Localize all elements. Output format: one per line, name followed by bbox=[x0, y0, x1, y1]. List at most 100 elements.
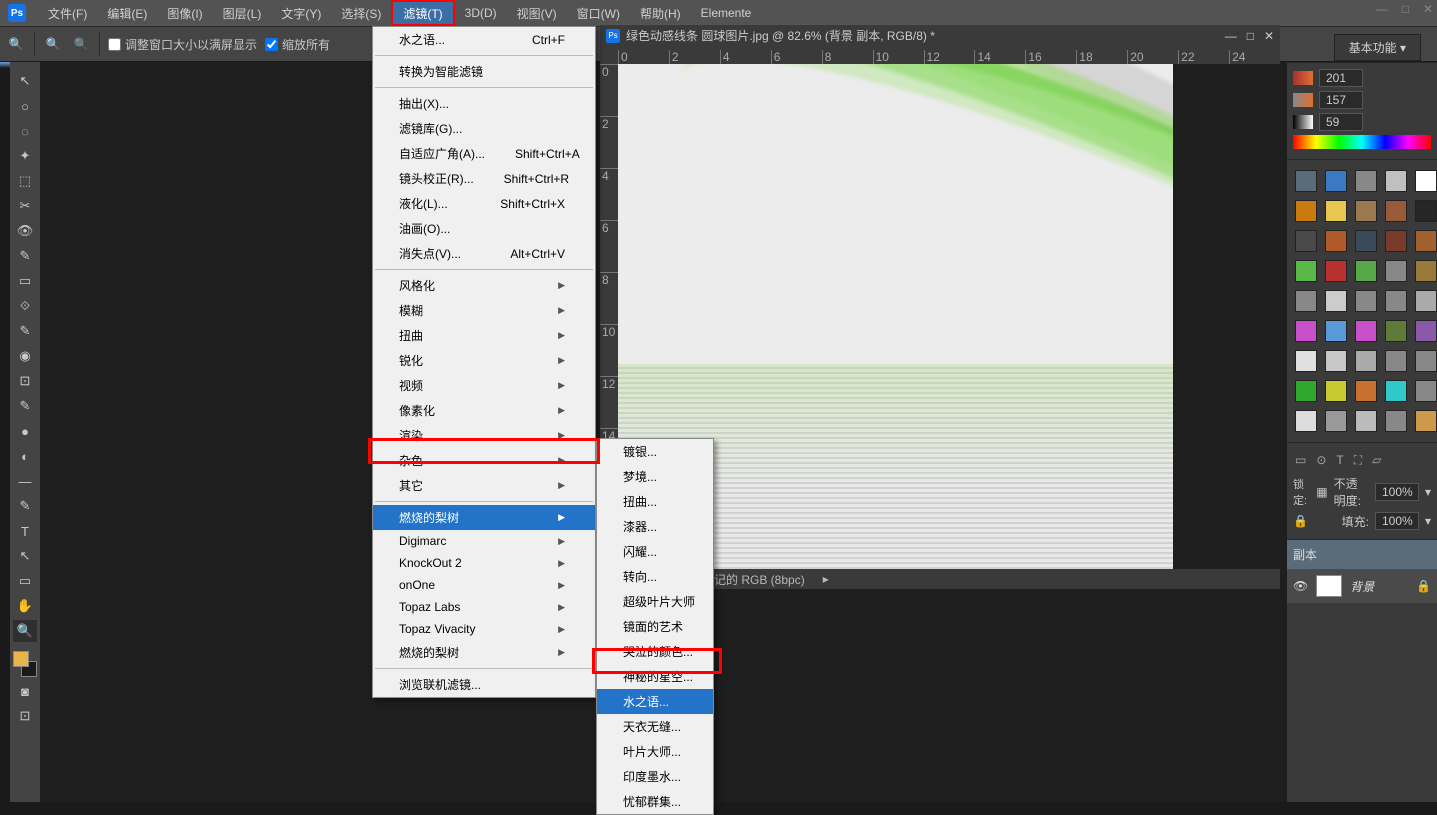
menu-item[interactable]: 浏览联机滤镜... bbox=[373, 672, 595, 697]
menu-item[interactable]: 闪耀... bbox=[597, 539, 713, 564]
layer-row[interactable]: 副本 bbox=[1287, 540, 1437, 569]
menu-view[interactable]: 视图(V) bbox=[507, 0, 567, 26]
tool-15[interactable]: ◐ bbox=[13, 445, 37, 467]
menu-item[interactable]: 漆器... bbox=[597, 514, 713, 539]
tool-10[interactable]: ✎ bbox=[13, 320, 37, 342]
visibility-icon[interactable]: 👁 bbox=[1293, 579, 1308, 593]
swatch[interactable] bbox=[1295, 200, 1317, 222]
tool-11[interactable]: ◉ bbox=[13, 345, 37, 367]
swatch[interactable] bbox=[1325, 200, 1347, 222]
tool-18[interactable]: T bbox=[13, 520, 37, 542]
swatch[interactable] bbox=[1295, 320, 1317, 342]
color-swatch[interactable] bbox=[13, 651, 37, 677]
crop-icon[interactable]: ⛶ bbox=[1354, 453, 1362, 468]
tool-13[interactable]: ✎ bbox=[13, 395, 37, 417]
swatch[interactable] bbox=[1355, 320, 1377, 342]
status-arrow-icon[interactable]: ▸ bbox=[823, 572, 829, 586]
swatch[interactable] bbox=[1295, 260, 1317, 282]
swatch[interactable] bbox=[1295, 290, 1317, 312]
menu-item[interactable]: 镀银... bbox=[597, 439, 713, 464]
zoom-out-icon[interactable]: 🔍 bbox=[71, 34, 91, 54]
tool-14[interactable]: ● bbox=[13, 420, 37, 442]
swatch[interactable] bbox=[1295, 170, 1317, 192]
menu-item[interactable]: 神秘的星空... bbox=[597, 664, 713, 689]
swatch[interactable] bbox=[1295, 230, 1317, 252]
swatch[interactable] bbox=[1385, 380, 1407, 402]
doc-minimize-icon[interactable]: — bbox=[1225, 29, 1237, 43]
swatch[interactable] bbox=[1355, 380, 1377, 402]
swatch[interactable] bbox=[1385, 290, 1407, 312]
swatch[interactable] bbox=[1325, 380, 1347, 402]
swatch[interactable] bbox=[1415, 290, 1437, 312]
swatch[interactable] bbox=[1355, 230, 1377, 252]
document-titlebar[interactable]: Ps 绿色动感线条 圆球图片.jpg @ 82.6% (背景 副本, RGB/8… bbox=[600, 24, 1280, 46]
tool-20[interactable]: ▭ bbox=[13, 570, 37, 592]
menu-item[interactable]: 扭曲... bbox=[597, 489, 713, 514]
fill-value[interactable]: 100% bbox=[1375, 512, 1419, 530]
menu-item[interactable]: 印度墨水... bbox=[597, 764, 713, 789]
menu-item[interactable]: Topaz Vivacity bbox=[373, 618, 595, 640]
swatch[interactable] bbox=[1295, 410, 1317, 432]
menu-edit[interactable]: 编辑(E) bbox=[97, 0, 157, 26]
swatch[interactable] bbox=[1415, 350, 1437, 372]
maximize-icon[interactable]: □ bbox=[1402, 2, 1409, 16]
swatch[interactable] bbox=[1325, 260, 1347, 282]
tool-17[interactable]: ✎ bbox=[13, 495, 37, 517]
swatch[interactable] bbox=[1385, 260, 1407, 282]
menu-item[interactable]: 像素化 bbox=[373, 398, 595, 423]
menu-item[interactable]: 转换为智能滤镜 bbox=[373, 59, 595, 84]
swatch[interactable] bbox=[1415, 200, 1437, 222]
swatch[interactable] bbox=[1325, 410, 1347, 432]
tool-21[interactable]: ✋ bbox=[13, 595, 37, 617]
swatch[interactable] bbox=[1385, 170, 1407, 192]
menu-elemente[interactable]: Elemente bbox=[691, 0, 762, 26]
lum-value[interactable]: 59 bbox=[1319, 113, 1363, 131]
zoom-in-icon[interactable]: 🔍 bbox=[43, 34, 63, 54]
tool-2[interactable]: ◌ bbox=[13, 120, 37, 142]
menu-file[interactable]: 文件(F) bbox=[38, 0, 97, 26]
swatch[interactable] bbox=[1355, 350, 1377, 372]
swatch[interactable] bbox=[1385, 200, 1407, 222]
menu-3d[interactable]: 3D(D) bbox=[455, 0, 507, 26]
tool-5[interactable]: ✂ bbox=[13, 195, 37, 217]
lock-px-icon[interactable]: ▦ bbox=[1316, 485, 1327, 499]
tool-4[interactable]: ⬚ bbox=[13, 170, 37, 192]
menu-item[interactable]: 镜头校正(R)...Shift+Ctrl+R bbox=[373, 166, 595, 191]
swatch[interactable] bbox=[1415, 410, 1437, 432]
menu-filter[interactable]: 滤镜(T) bbox=[391, 0, 454, 26]
swatch[interactable] bbox=[1295, 380, 1317, 402]
menu-item[interactable]: 模糊 bbox=[373, 298, 595, 323]
swatch[interactable] bbox=[1415, 230, 1437, 252]
zoom-all-checkbox[interactable]: 缩放所有 bbox=[265, 36, 330, 53]
workspace-switcher[interactable]: 基本功能 ▾ bbox=[1334, 34, 1421, 61]
chevron-down-icon[interactable]: ▾ bbox=[1425, 514, 1431, 528]
swatch[interactable] bbox=[1385, 350, 1407, 372]
tool-3[interactable]: ✦ bbox=[13, 145, 37, 167]
shape-icon[interactable]: ▱ bbox=[1372, 453, 1381, 468]
menu-item[interactable]: Topaz Labs bbox=[373, 596, 595, 618]
tool-9[interactable]: ⟐ bbox=[13, 295, 37, 317]
chevron-down-icon[interactable]: ▾ bbox=[1425, 485, 1431, 499]
menu-item[interactable]: 水之语...Ctrl+F bbox=[373, 27, 595, 52]
swatch[interactable] bbox=[1355, 200, 1377, 222]
menu-item[interactable]: Digimarc bbox=[373, 530, 595, 552]
swatch[interactable] bbox=[1415, 260, 1437, 282]
swatch[interactable] bbox=[1385, 320, 1407, 342]
menu-item[interactable]: 风格化 bbox=[373, 273, 595, 298]
swatch[interactable] bbox=[1355, 290, 1377, 312]
menu-item[interactable]: 哭泣的颜色... bbox=[597, 639, 713, 664]
menu-window[interactable]: 窗口(W) bbox=[567, 0, 630, 26]
swatch[interactable] bbox=[1325, 230, 1347, 252]
menu-item[interactable]: 自适应广角(A)...Shift+Ctrl+A bbox=[373, 141, 595, 166]
swatch[interactable] bbox=[1355, 260, 1377, 282]
menu-item[interactable]: 滤镜库(G)... bbox=[373, 116, 595, 141]
hue-value[interactable]: 201 bbox=[1319, 69, 1363, 87]
menu-type[interactable]: 文字(Y) bbox=[271, 0, 331, 26]
swatch[interactable] bbox=[1325, 170, 1347, 192]
tool-7[interactable]: ✎ bbox=[13, 245, 37, 267]
type-icon[interactable]: ▭ bbox=[1295, 453, 1306, 468]
menu-layer[interactable]: 图层(L) bbox=[213, 0, 272, 26]
fit-screen-checkbox[interactable]: 调整窗口大小以满屏显示 bbox=[108, 36, 257, 53]
menu-select[interactable]: 选择(S) bbox=[331, 0, 391, 26]
swatch[interactable] bbox=[1415, 320, 1437, 342]
